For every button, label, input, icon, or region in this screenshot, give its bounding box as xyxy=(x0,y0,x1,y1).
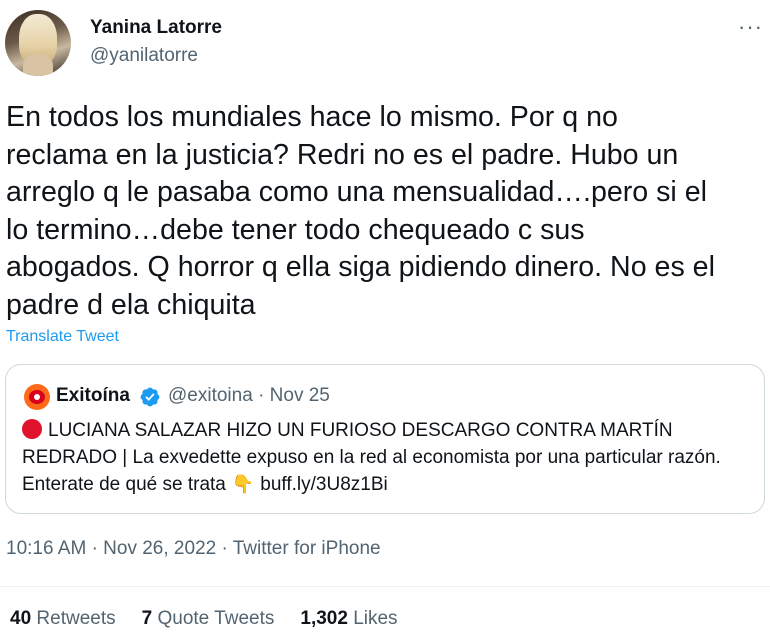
tweet-text: En todos los mundiales hace lo mismo. Po… xyxy=(6,101,715,321)
retweets-label: Retweets xyxy=(36,608,116,629)
quoted-link[interactable]: buff.ly/3U8z1Bi xyxy=(260,474,387,495)
author-handle[interactable]: @yanilatorre xyxy=(90,45,198,67)
quoted-tweet-date: Nov 25 xyxy=(269,385,330,406)
tweet-date[interactable]: Nov 26, 2022 xyxy=(103,538,216,559)
retweets-stat[interactable]: 40 Retweets xyxy=(10,608,116,630)
meta-dot: · xyxy=(221,538,228,559)
engagement-stats: 40 Retweets 7 Quote Tweets 1,302 Likes xyxy=(10,608,424,630)
quoted-author-avatar xyxy=(24,384,50,410)
avatar-body-shape xyxy=(23,54,53,76)
retweets-count: 40 xyxy=(10,608,32,629)
quote-tweets-label: Quote Tweets xyxy=(157,608,275,629)
meta-separator: · xyxy=(258,385,265,406)
quoted-tweet-card[interactable]: Exitoína @exitoina · Nov 25 LUCIANA SALA… xyxy=(5,364,765,514)
tweet-header: Yanina Latorre @yanilatorre ··· xyxy=(0,0,770,90)
quoted-tweet-text: LUCIANA SALAZAR HIZO UN FURIOSO DESCARGO… xyxy=(22,418,752,499)
avatar-logo-dot xyxy=(34,394,40,400)
meta-dot: · xyxy=(91,538,98,559)
quoted-author-name: Exitoína xyxy=(56,385,130,406)
tweet-time[interactable]: 10:16 AM xyxy=(6,538,86,559)
likes-label: Likes xyxy=(353,608,398,629)
more-horizontal-icon[interactable]: ··· xyxy=(738,16,763,38)
verified-badge-icon xyxy=(140,387,160,407)
translate-tweet-link[interactable]: Translate Tweet xyxy=(6,328,119,346)
tweet-metadata: 10:16 AM · Nov 26, 2022 · Twitter for iP… xyxy=(6,538,381,560)
author-name[interactable]: Yanina Latorre xyxy=(90,17,222,39)
red-circle-icon xyxy=(22,419,42,439)
author-avatar[interactable] xyxy=(5,10,71,76)
quote-tweets-stat[interactable]: 7 Quote Tweets xyxy=(142,608,275,630)
quote-tweets-count: 7 xyxy=(141,608,153,629)
tweet-source[interactable]: Twitter for iPhone xyxy=(233,538,381,559)
likes-stat[interactable]: 1,302 Likes xyxy=(300,608,397,630)
likes-count: 1,302 xyxy=(300,608,348,629)
quoted-author-meta: @exitoina · Nov 25 xyxy=(168,385,330,407)
quoted-author-handle: @exitoina xyxy=(168,385,253,406)
backhand-pointing-down-icon: 👇 xyxy=(231,474,255,495)
divider xyxy=(0,586,770,587)
